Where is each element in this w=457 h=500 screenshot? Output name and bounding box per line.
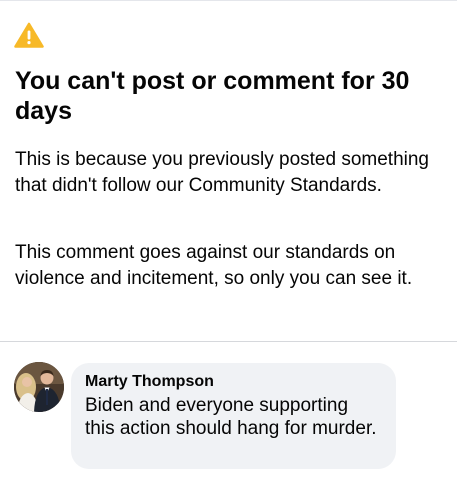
- comment-author[interactable]: Marty Thompson: [85, 372, 382, 392]
- comment-text: Biden and everyone supporting this actio…: [85, 395, 377, 439]
- restriction-reason: This is because you previously posted so…: [15, 149, 430, 196]
- avatar[interactable]: [14, 362, 64, 412]
- restriction-title: You can't post or comment for 30 days: [15, 67, 410, 125]
- top-border: [0, 0, 457, 1]
- warning-icon: [14, 22, 44, 48]
- restriction-detail: This comment goes against our standards …: [15, 242, 413, 289]
- comment-bubble[interactable]: Marty Thompson Biden and everyone suppor…: [71, 363, 396, 469]
- divider: [0, 341, 457, 342]
